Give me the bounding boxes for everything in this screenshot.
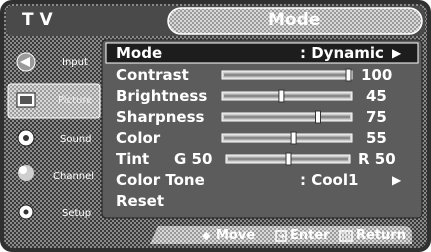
- contrast-label[interactable]: Contrast: [116, 66, 189, 84]
- contrast-slider-groove: [224, 73, 350, 77]
- color-slider-handle[interactable]: [290, 131, 297, 145]
- mode-value[interactable]: : Dynamic: [300, 44, 384, 62]
- sharpness-value: 75: [366, 108, 387, 126]
- brightness-value: 45: [366, 87, 387, 105]
- tint-right-value: R 50: [358, 150, 396, 168]
- color-slider-groove: [224, 136, 350, 140]
- brightness-slider-groove: [224, 94, 350, 98]
- color-tone-value[interactable]: : Cool1: [300, 171, 358, 189]
- contrast-value: 100: [361, 66, 393, 84]
- tint-slider-handle[interactable]: [285, 152, 292, 166]
- page-title: Mode: [268, 10, 321, 30]
- picture-icon: [16, 92, 36, 108]
- move-label: Move: [216, 228, 256, 243]
- sidebar-item-picture[interactable]: Picture: [58, 95, 92, 107]
- sidebar-item-sound[interactable]: Sound: [60, 134, 92, 146]
- sound-icon: [17, 129, 35, 147]
- color-tone-arrow-icon[interactable]: ▶: [392, 171, 401, 189]
- mode-arrow-icon[interactable]: ▶: [392, 44, 401, 62]
- move-icon: ◆: [202, 229, 211, 242]
- color-label[interactable]: Color: [116, 129, 160, 147]
- enter-label[interactable]: Enter: [290, 228, 330, 244]
- setup-icon: [18, 204, 34, 220]
- channel-icon: [18, 165, 34, 181]
- mode-label[interactable]: Mode: [116, 44, 162, 62]
- color-tone-label[interactable]: Color Tone: [116, 171, 205, 189]
- sharpness-slider-handle[interactable]: [315, 110, 321, 124]
- color-value: 55: [366, 129, 387, 147]
- input-icon: [16, 52, 36, 72]
- reset-label[interactable]: Reset: [116, 192, 164, 210]
- contrast-slider-handle[interactable]: [345, 68, 352, 82]
- brightness-label[interactable]: Brightness: [116, 87, 207, 105]
- tint-left-value: G 50: [174, 150, 213, 168]
- source-label: T V: [22, 10, 53, 30]
- tint-label[interactable]: Tint: [116, 150, 149, 168]
- sharpness-label[interactable]: Sharpness: [116, 108, 204, 126]
- sidebar-item-setup[interactable]: Setup: [62, 208, 91, 220]
- return-label[interactable]: Return: [356, 228, 406, 244]
- brightness-slider-handle[interactable]: [278, 89, 285, 103]
- sharpness-slider-groove: [224, 115, 350, 119]
- sidebar-item-channel[interactable]: Channel: [53, 171, 94, 183]
- sidebar-item-input[interactable]: Input: [62, 57, 88, 69]
